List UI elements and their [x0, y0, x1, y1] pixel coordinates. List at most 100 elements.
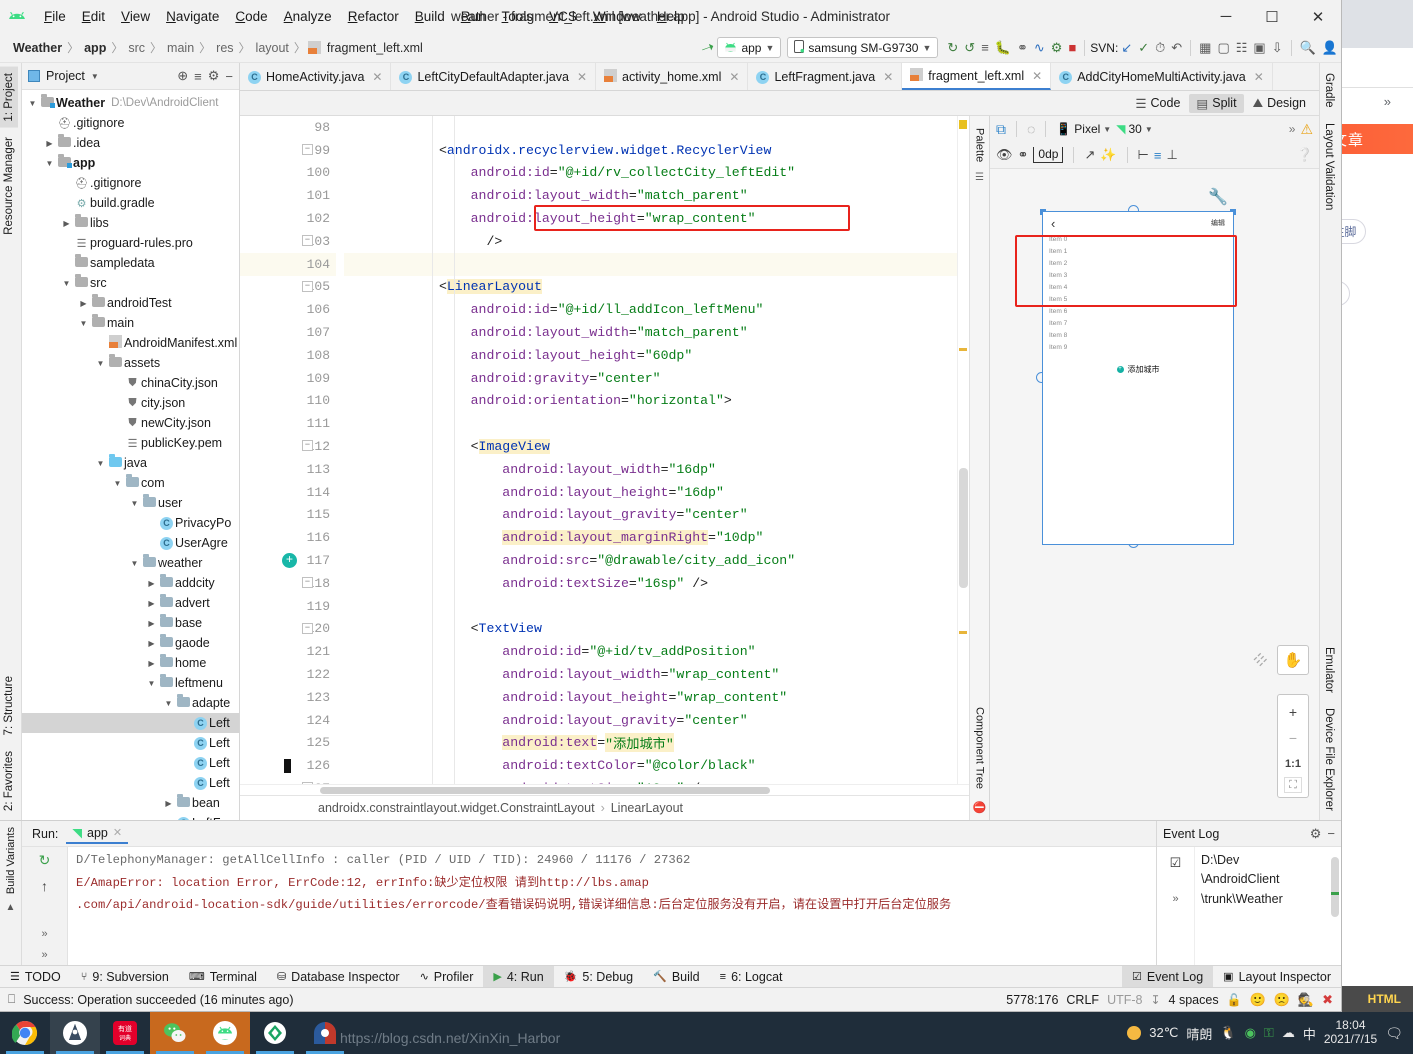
code-line[interactable]: android:textSize = "16sp" /> — [344, 572, 969, 595]
code-line[interactable]: android:layout_height = "16dp" — [344, 481, 969, 504]
line-number[interactable]: 125 — [240, 732, 336, 755]
code-fold-icon[interactable]: − — [302, 576, 313, 588]
code-fold-icon[interactable]: − — [302, 440, 313, 452]
line-number[interactable]: 115 — [240, 504, 336, 527]
code-line[interactable]: android:id = "@+id/ll_addIcon_leftMenu" — [344, 298, 969, 321]
menu-analyze[interactable]: Analyze — [276, 6, 340, 27]
code-line[interactable]: android:id = "@+id/rv_collectCity_leftEdit… — [344, 162, 969, 185]
tool-window-9--subversion[interactable]: ⑂ 9: Subversion — [71, 966, 179, 988]
tool-window-terminal[interactable]: ⌨ Terminal — [179, 966, 267, 988]
run-coverage-icon[interactable]: ⚙ — [1048, 40, 1066, 56]
line-number[interactable]: 109 — [240, 367, 336, 390]
edit-label[interactable]: 编辑 — [1211, 218, 1225, 228]
tree-item-bean[interactable]: ▶ bean — [22, 793, 239, 813]
editor-tab-addcityhomemultiactivity-java[interactable]: C AddCityHomeMultiActivity.java ✕ — [1051, 63, 1273, 90]
code-editor[interactable]: 98 99−100 101 102 103−104 105−106 107 108 109 110… — [240, 116, 969, 820]
code-line[interactable]: android:layout_width = "match_parent" — [344, 321, 969, 344]
chevron-right-icon[interactable]: ▶ — [145, 619, 158, 628]
tree-item-androidtest[interactable]: ▶ androidTest — [22, 293, 239, 313]
tree-item-weather[interactable]: ▼ Weather D:\Dev\AndroidClient — [22, 93, 239, 113]
pan-tool-button[interactable]: ✋ — [1277, 645, 1309, 675]
chevron-down-icon[interactable]: ▼ — [145, 679, 158, 688]
hide-panel-icon[interactable]: − — [1327, 826, 1335, 841]
line-number[interactable]: 107 — [240, 321, 336, 344]
close-icon[interactable]: ✕ — [372, 70, 382, 84]
profile-icon[interactable]: ∿ — [1031, 40, 1048, 56]
rail-tab-1--project[interactable]: 1: Project — [0, 67, 18, 128]
editor-tab-leftcitydefaultadapter-java[interactable]: C LeftCityDefaultAdapter.java ✕ — [391, 63, 597, 90]
line-number[interactable]: 113 — [240, 458, 336, 481]
close-icon[interactable]: ✕ — [729, 70, 739, 84]
tool-window-6--logcat[interactable]: ≡ 6: Logcat — [710, 966, 793, 988]
tree-item-gaode[interactable]: ▶ gaode — [22, 633, 239, 653]
chevron-down-icon[interactable]: ▼ — [111, 479, 124, 488]
tree-item-androidmanifest-xml[interactable]: AndroidManifest.xml — [22, 333, 239, 353]
lock-icon[interactable]: 🔓 — [1227, 993, 1242, 1007]
tree-item--idea[interactable]: ▶ .idea — [22, 133, 239, 153]
close-button[interactable]: ✕ — [1295, 0, 1341, 33]
rail-tab-2--favorites[interactable]: 2: Favorites — [0, 745, 18, 817]
tree-item-useragre[interactable]: C UserAgre — [22, 533, 239, 553]
tree-item-left[interactable]: C Left — [22, 753, 239, 773]
apply-changes-icon[interactable]: ↺ — [961, 40, 978, 56]
hide-panel-icon[interactable]: − — [225, 69, 233, 84]
component-tree-tab[interactable]: Component Tree — [971, 701, 989, 795]
line-separator[interactable]: CRLF — [1066, 993, 1099, 1007]
minimize-button[interactable]: ─ — [1203, 0, 1249, 33]
line-number[interactable]: 98 — [240, 116, 336, 139]
build-variants-tab[interactable]: Build Variants — [2, 821, 20, 900]
file-encoding[interactable]: UTF-8 — [1107, 993, 1142, 1007]
line-number[interactable]: 101 — [240, 184, 336, 207]
tree-item-privacypo[interactable]: C PrivacyPo — [22, 513, 239, 533]
scrollbar-thumb[interactable] — [1331, 857, 1339, 917]
tool-window-build[interactable]: 🔨 Build — [643, 966, 710, 988]
chevron-right-icon[interactable]: ▶ — [162, 799, 175, 808]
mode-design-button[interactable]: ⛰ Design — [1246, 94, 1313, 113]
tree-item-newcity-json[interactable]: ⛊ newCity.json — [22, 413, 239, 433]
locate-file-icon[interactable]: ⊕ — [177, 68, 188, 84]
rail-tab-device-file-explorer[interactable]: Device File Explorer — [1320, 702, 1338, 817]
line-number[interactable]: 112− — [240, 435, 336, 458]
preview-add-city-row[interactable]: + 添加城市 — [1043, 364, 1233, 375]
vcs-added-badge-icon[interactable]: + — [282, 553, 297, 569]
rail-tab-resource-manager[interactable]: Resource Manager — [0, 131, 18, 241]
chevron-down-icon[interactable]: ▼ — [94, 459, 107, 468]
scrollbar-thumb[interactable] — [320, 787, 770, 794]
align-icon[interactable]: ≡ — [1154, 148, 1162, 163]
code-line[interactable]: android:id = "@+id/tv_addPosition" — [344, 640, 969, 663]
rail-tab-emulator[interactable]: Emulator — [1320, 641, 1338, 699]
design-mode-layers-icon[interactable]: ⧉ — [996, 121, 1006, 138]
search-icon[interactable]: 🔍 — [1297, 40, 1319, 56]
svn-revert-icon[interactable]: ↶ — [1168, 40, 1185, 56]
code-line[interactable] — [344, 116, 969, 139]
tree-item-addcity[interactable]: ▶ addcity — [22, 573, 239, 593]
rail-tab-layout-validation[interactable]: Layout Validation — [1320, 117, 1338, 216]
tray-shield-icon[interactable]: ⚿ — [1264, 1025, 1274, 1041]
palette-tab[interactable]: Palette — [971, 122, 989, 168]
code-line[interactable]: android:src = "@drawable/city_add_icon" — [344, 549, 969, 572]
chevron-right-icon[interactable]: ▶ — [43, 139, 56, 148]
menu-build[interactable]: Build — [407, 6, 453, 27]
code-line[interactable]: android:layout_marginRight = "10dp" — [344, 526, 969, 549]
tree-item-com[interactable]: ▼ com — [22, 473, 239, 493]
device-selector[interactable]: samsung SM-G9730 ▼ — [787, 37, 939, 58]
code-line[interactable]: android:textSize="18sp" /> — [344, 777, 969, 784]
tree-item-left[interactable]: C Left — [22, 773, 239, 793]
sync-project-icon[interactable]: ≡ — [978, 40, 992, 55]
tree-item-build-gradle[interactable]: ⚙ build.gradle — [22, 193, 239, 213]
infer-constraints-icon[interactable]: ✨ — [1100, 147, 1116, 163]
line-number[interactable]: 100 — [240, 162, 336, 185]
tool-window-event-log[interactable]: ☑ Event Log — [1122, 965, 1214, 988]
breadcrumb-weather[interactable]: Weather — [10, 41, 65, 55]
line-number[interactable]: 118− — [240, 572, 336, 595]
code-breadcrumb[interactable]: androidx.constraintlayout.widget.Constra… — [240, 795, 969, 820]
taskbar-android-studio-icon[interactable] — [50, 1012, 100, 1054]
code-fold-icon[interactable]: − — [302, 143, 313, 155]
device-picker[interactable]: 📱 Pixel ▼ — [1056, 122, 1111, 136]
rerun-icon[interactable]: ↻ — [39, 852, 51, 869]
chevron-down-icon[interactable]: ▼ — [94, 359, 107, 368]
code-line[interactable] — [344, 252, 969, 276]
clear-constraints-icon[interactable]: ↗ — [1084, 147, 1095, 163]
run-configuration-selector[interactable]: app ▼ — [717, 37, 782, 58]
breadcrumb-linearlayout[interactable]: LinearLayout — [611, 801, 683, 815]
